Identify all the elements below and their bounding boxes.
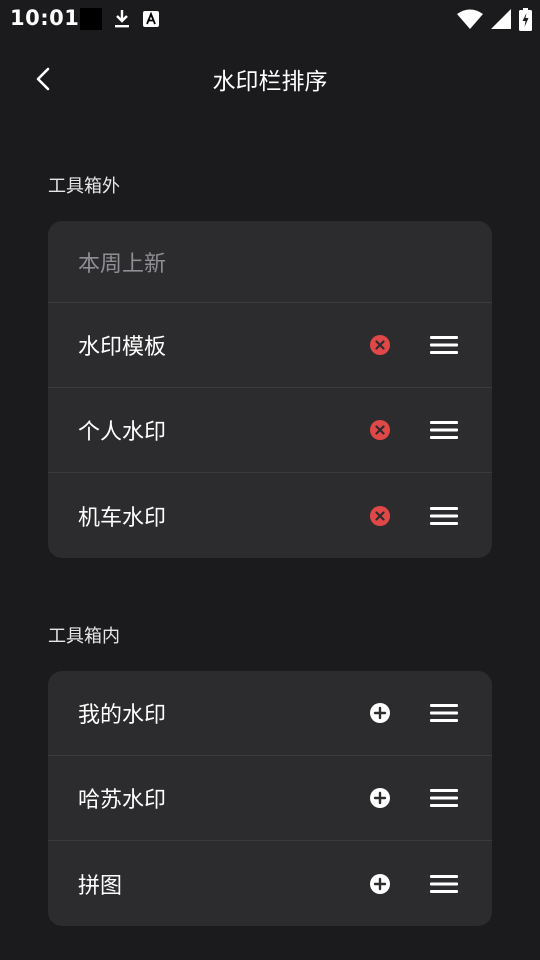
add-icon[interactable]: [369, 873, 391, 895]
download-icon: [115, 10, 129, 28]
inside-toolbox-card: 我的水印 哈苏水印 拼图: [48, 671, 492, 926]
list-item-label: 水印模板: [78, 335, 167, 360]
status-left-icons: [80, 6, 160, 32]
list-item[interactable]: 拼图: [48, 841, 492, 926]
add-icon[interactable]: [369, 702, 391, 724]
signal-icon: [491, 9, 511, 29]
list-item-label: 个人水印: [78, 420, 167, 445]
drag-handle-icon[interactable]: [430, 873, 458, 895]
section-label-inside: 工具箱内: [48, 626, 120, 647]
list-item-label: 我的水印: [78, 703, 167, 728]
battery-charging-icon: [519, 7, 532, 31]
section-label-outside: 工具箱外: [48, 176, 120, 197]
wifi-icon: [457, 9, 483, 29]
list-item-label: 机车水印: [78, 505, 167, 531]
drag-handle-icon[interactable]: [430, 505, 458, 527]
list-item[interactable]: 水印模板: [48, 303, 492, 388]
notification-square-icon: [80, 8, 102, 30]
page-title: 水印栏排序: [212, 69, 328, 95]
remove-icon[interactable]: [369, 505, 391, 527]
list-item[interactable]: 哈苏水印: [48, 756, 492, 841]
drag-handle-icon[interactable]: [430, 419, 458, 441]
list-item[interactable]: 我的水印: [48, 671, 492, 756]
status-time: 10:01: [10, 6, 80, 30]
list-item-label: 拼图: [78, 873, 123, 899]
remove-icon[interactable]: [369, 334, 391, 356]
outside-toolbox-card: 本周上新 水印模板 个人水印 机车水印: [48, 221, 492, 558]
list-item-label: 本周上新: [78, 251, 167, 277]
list-item[interactable]: 个人水印: [48, 388, 492, 473]
list-item-header-row: 本周上新: [48, 221, 492, 303]
a-badge-icon: [143, 11, 159, 27]
drag-handle-icon[interactable]: [430, 702, 458, 724]
list-item-label: 哈苏水印: [78, 788, 167, 813]
drag-handle-icon[interactable]: [430, 787, 458, 809]
remove-icon[interactable]: [369, 419, 391, 441]
status-bar: 10:01: [0, 0, 540, 38]
app-bar: 水印栏排序: [0, 38, 540, 120]
status-right-icons: [457, 6, 532, 32]
list-item[interactable]: 机车水印: [48, 473, 492, 558]
add-icon[interactable]: [369, 787, 391, 809]
drag-handle-icon[interactable]: [430, 334, 458, 356]
